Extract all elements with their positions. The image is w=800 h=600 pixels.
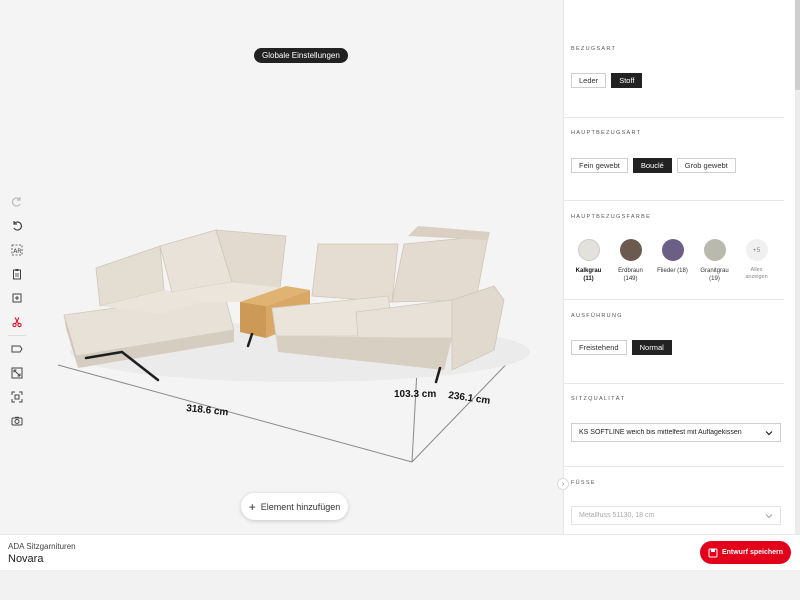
panel-collapse-chevron-icon[interactable]: › <box>557 478 569 490</box>
section-sitzqualitaet: SITZQUALITÄT KS SOFTLINE weich bis mitte… <box>571 396 781 442</box>
dimension-width-label: 318.6 cm <box>186 403 229 418</box>
option-fein-gewebt[interactable]: Fein gewebt <box>571 158 628 173</box>
show-all-label: Alles anzeigen <box>745 267 768 281</box>
divider <box>564 383 784 384</box>
toolbar-divider <box>8 335 26 336</box>
product-collection: ADA Sitzgarnituren <box>8 542 76 551</box>
product-title: Novara <box>8 553 44 565</box>
swatch-erdbraun[interactable]: Erdbraun (149) <box>613 239 648 283</box>
add-square-icon[interactable] <box>8 289 26 307</box>
scissors-icon[interactable] <box>8 313 26 331</box>
option-boucle[interactable]: Bouclé <box>632 158 672 173</box>
panel-scrollbar[interactable] <box>795 0 800 534</box>
undo-icon[interactable] <box>8 217 26 235</box>
swatch-name: Granitgrau <box>700 268 729 274</box>
swatch-count: (149) <box>623 276 638 283</box>
configuration-panel: BEZUGSART Leder Stoff HAUPTBEZUGSART Fei… <box>563 0 800 534</box>
feet-select[interactable]: Metallfuss 51130, 18 cm <box>571 506 781 525</box>
dimension-toggle-icon[interactable] <box>8 340 26 358</box>
show-all-colors-button[interactable]: +5 Alles anzeigen <box>739 239 774 283</box>
swatch-color <box>577 239 600 261</box>
chevron-down-icon <box>765 430 773 435</box>
svg-text:AR: AR <box>13 248 21 255</box>
swatch-name: Erdbraun <box>618 268 643 274</box>
sofa-corner-module <box>159 229 287 302</box>
clipboard-icon[interactable] <box>8 265 26 283</box>
swatch-color <box>703 239 726 261</box>
feet-value: Metallfuss 51130, 18 cm <box>579 512 655 519</box>
section-title: AUSFÜHRUNG <box>571 313 623 319</box>
swatch-color <box>661 239 684 261</box>
save-icon <box>708 548 718 557</box>
camera-icon[interactable] <box>8 412 26 430</box>
swatch-count: (11) <box>583 276 594 283</box>
save-draft-button[interactable]: Entwurf speichern <box>700 541 791 564</box>
section-title: BEZUGSART <box>571 46 617 52</box>
dimension-depth-label: 236.1 cm <box>448 390 491 407</box>
redo-icon[interactable] <box>8 193 26 211</box>
footer-bar: ADA Sitzgarnituren Novara <box>0 534 800 570</box>
plus-icon: + <box>248 499 256 514</box>
viewport-toolbar: AR <box>8 193 26 436</box>
option-freistehend[interactable]: Freistehend <box>571 340 627 355</box>
swatch-name: Kalkgrau <box>575 268 602 274</box>
section-title: FÜSSE <box>571 480 596 486</box>
section-hauptbezugsart: HAUPTBEZUGSART Fein gewebt Bouclé Grob g… <box>571 130 781 173</box>
option-grob-gewebt[interactable]: Grob gewebt <box>676 158 736 173</box>
seat-quality-select[interactable]: KS SOFTLINE weich bis mittelfest mit Auf… <box>571 423 781 442</box>
save-draft-label: Entwurf speichern <box>721 549 784 556</box>
ar-icon[interactable]: AR <box>8 241 26 259</box>
expand-icon[interactable] <box>8 364 26 382</box>
fit-view-icon[interactable] <box>8 388 26 406</box>
seat-quality-value: KS SOFTLINE weich bis mittelfest mit Auf… <box>579 429 742 436</box>
sofa-3d-scene[interactable]: 318.6 cm 103.3 cm 236.1 cm <box>0 0 563 534</box>
swatch-granitgrau[interactable]: Granitgrau (19) <box>697 239 732 283</box>
dimension-height-label: 103.3 cm <box>394 389 436 400</box>
section-title: HAUPTBEZUGSFARBE <box>571 214 652 220</box>
divider <box>564 299 784 300</box>
scrollbar-thumb[interactable] <box>795 0 800 90</box>
add-element-button[interactable]: + Element hinzufügen <box>241 493 348 520</box>
section-fuesse: FÜSSE Metallfuss 51130, 18 cm <box>571 480 781 525</box>
more-count-badge: +5 <box>745 239 768 261</box>
option-leder[interactable]: Leder <box>571 73 607 88</box>
swatch-name: Flieder (18) <box>657 268 688 274</box>
divider <box>564 466 784 467</box>
option-stoff[interactable]: Stoff <box>611 73 643 88</box>
divider <box>564 200 784 201</box>
section-title: HAUPTBEZUGSART <box>571 130 642 136</box>
swatch-flieder[interactable]: Flieder (18) <box>655 239 690 283</box>
section-ausfuehrung: AUSFÜHRUNG Freistehend Normal <box>571 313 781 355</box>
section-bezugsart: BEZUGSART Leder Stoff <box>571 46 781 88</box>
option-normal[interactable]: Normal <box>631 340 672 355</box>
swatch-color <box>619 239 642 261</box>
section-title: SITZQUALITÄT <box>571 396 626 402</box>
section-hauptbezugsfarbe: HAUPTBEZUGSFARBE Kalkgrau (11) Erdbraun (1… <box>571 214 781 283</box>
add-element-label: Element hinzufügen <box>260 501 341 512</box>
divider <box>564 117 784 118</box>
swatch-count: (19) <box>709 276 720 283</box>
configurator-viewport[interactable]: Globale Einstellungen 318.6 cm 103.3 cm … <box>0 0 563 534</box>
swatch-kalkgrau[interactable]: Kalkgrau (11) <box>571 239 606 283</box>
chevron-down-icon <box>765 513 773 518</box>
